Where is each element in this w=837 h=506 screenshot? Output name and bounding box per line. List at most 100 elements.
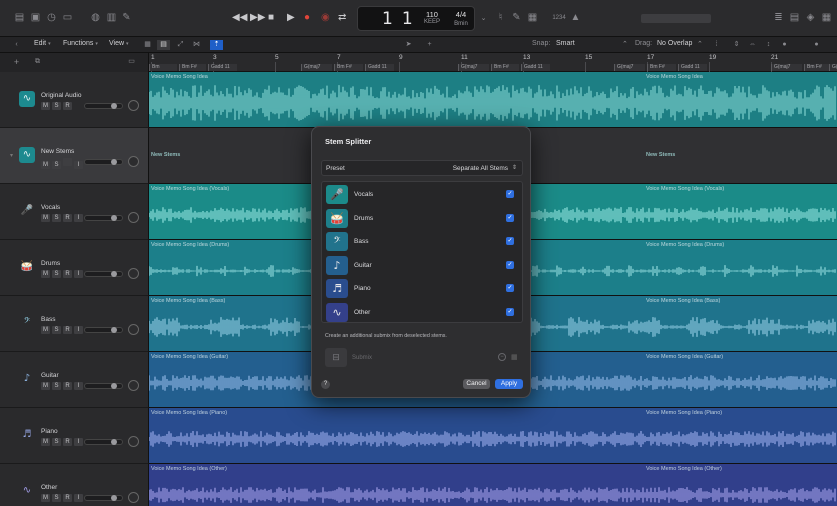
lcd-chevron-icon[interactable]: ⌄: [478, 14, 489, 24]
drag-chevron-icon[interactable]: ⌃: [697, 40, 703, 50]
metronome-icon[interactable]: ▦: [527, 13, 538, 23]
add-track-icon[interactable]: +: [10, 57, 23, 67]
functions-menu[interactable]: Functions ▾: [63, 40, 98, 47]
stem-checkbox[interactable]: ✓: [506, 284, 514, 292]
record-enable-button[interactable]: R: [63, 438, 72, 446]
input-monitor-button[interactable]: I: [74, 438, 83, 446]
pan-knob[interactable]: [128, 156, 139, 167]
drag-select[interactable]: No Overlap: [657, 40, 692, 50]
volume-slider[interactable]: [84, 327, 123, 333]
ruler[interactable]: 1 3 5 7 9 11 13 15 17 19 21 Bm Bm F# Gadd 11 G(maj7 Bm …: [149, 53, 837, 72]
chord-marker[interactable]: Bm F#: [179, 64, 206, 71]
track-header[interactable]: 🎤 Vocals M S R I: [0, 184, 149, 240]
track-name[interactable]: Guitar: [41, 372, 59, 379]
track-header[interactable]: ▾ ∿ New Stems M S I: [0, 128, 149, 184]
automation-icon[interactable]: ⤢: [174, 40, 187, 50]
lcd-display[interactable]: 11 110 KEEP 4/4 Bmin: [357, 6, 475, 31]
record-enable-button[interactable]: [63, 158, 72, 166]
track-header[interactable]: ∿ Original Audio M S R: [0, 72, 149, 128]
chord-marker[interactable]: G(maj7: [458, 64, 489, 71]
volume-handle[interactable]: [111, 215, 117, 221]
solo-button[interactable]: S: [52, 494, 61, 502]
chord-marker[interactable]: G(maj7: [829, 64, 837, 71]
solo-icon[interactable]: ✎: [511, 13, 522, 23]
horizontal-zoom-icon[interactable]: ⇔: [746, 40, 759, 50]
pencil-tool-icon[interactable]: +: [423, 40, 436, 50]
track-name[interactable]: New Stems: [41, 148, 74, 155]
solo-button[interactable]: S: [52, 438, 61, 446]
chord-marker[interactable]: Bm F#: [647, 64, 676, 71]
volume-slider[interactable]: [84, 495, 123, 501]
mute-button[interactable]: M: [41, 214, 50, 222]
chord-marker[interactable]: Bm: [149, 64, 177, 71]
chord-marker[interactable]: Gadd 11: [678, 64, 707, 71]
chord-marker[interactable]: Bm F#: [804, 64, 832, 71]
record-enable-button[interactable]: R: [63, 102, 72, 110]
record-icon[interactable]: ●: [304, 12, 310, 24]
solo-button[interactable]: S: [52, 161, 61, 169]
smart-controls-icon[interactable]: ◍: [90, 13, 101, 23]
capture-record-icon[interactable]: ◉: [321, 12, 330, 24]
volume-handle[interactable]: [111, 383, 117, 389]
stem-row[interactable]: 🎤 Vocals ✓: [325, 184, 519, 206]
track-name[interactable]: Other: [41, 484, 57, 491]
metronome-toggle-icon[interactable]: ▲: [570, 13, 581, 23]
track-name[interactable]: Bass: [41, 316, 55, 323]
pan-knob[interactable]: [128, 380, 139, 391]
stem-row[interactable]: ♪ Guitar ✓: [325, 255, 519, 277]
pan-knob[interactable]: [128, 268, 139, 279]
rewind-icon[interactable]: ◀◀: [232, 12, 247, 24]
volume-handle[interactable]: [111, 327, 117, 333]
stem-checkbox[interactable]: ✓: [506, 237, 514, 245]
chord-marker[interactable]: G(maj7: [301, 64, 332, 71]
inspector-icon[interactable]: ▣: [30, 13, 41, 23]
preset-select[interactable]: Preset Separate All Stems ⇕: [321, 160, 523, 176]
count-in[interactable]: 1234: [552, 13, 566, 23]
zoom-slider-end-icon[interactable]: ●: [810, 40, 823, 50]
forward-icon[interactable]: ▶▶: [250, 12, 265, 24]
volume-slider[interactable]: [84, 439, 123, 445]
record-enable-button[interactable]: R: [63, 326, 72, 334]
solo-button[interactable]: S: [52, 382, 61, 390]
play-icon[interactable]: ▶: [287, 12, 295, 24]
tuner-icon[interactable]: ♮: [495, 13, 506, 23]
stop-icon[interactable]: ■: [268, 12, 274, 24]
track-header[interactable]: ♬ Piano M S R I: [0, 408, 149, 464]
apply-button[interactable]: Apply: [495, 379, 523, 389]
flex-icon[interactable]: ⋈: [190, 40, 203, 50]
track-lane[interactable]: Voice Memo Song Idea (Piano) Voice Memo S…: [149, 408, 837, 464]
waveform-zoom-icon[interactable]: ⁞: [710, 40, 723, 50]
solo-button[interactable]: S: [52, 270, 61, 278]
zoom-icon[interactable]: ↕: [762, 40, 775, 50]
mute-button[interactable]: M: [41, 161, 50, 169]
volume-slider[interactable]: [84, 159, 123, 165]
track-name[interactable]: Drums: [41, 260, 60, 267]
volume-slider[interactable]: [84, 215, 123, 221]
browser-icon[interactable]: ▦: [821, 13, 832, 23]
cycle-icon[interactable]: ⇄: [338, 12, 346, 24]
region-name[interactable]: New Stems: [646, 152, 675, 158]
disclosure-icon[interactable]: ▾: [10, 152, 13, 159]
volume-handle[interactable]: [111, 439, 117, 445]
pan-knob[interactable]: [128, 492, 139, 503]
chord-marker[interactable]: Bm F#: [491, 64, 519, 71]
loop-browser-icon[interactable]: ◈: [805, 13, 816, 23]
mute-button[interactable]: M: [41, 438, 50, 446]
record-enable-button[interactable]: R: [63, 214, 72, 222]
track-name[interactable]: Vocals: [41, 204, 60, 211]
snap-select[interactable]: Smart: [556, 40, 575, 50]
help-button[interactable]: ?: [321, 380, 330, 389]
track-lane[interactable]: Voice Memo Song Idea Voice Memo Song Idea: [149, 72, 837, 128]
volume-handle[interactable]: [111, 103, 117, 109]
mute-button[interactable]: M: [41, 102, 50, 110]
solo-button[interactable]: S: [52, 214, 61, 222]
library-icon[interactable]: ▤: [14, 13, 25, 23]
pointer-tool-icon[interactable]: ➤: [402, 40, 415, 50]
stem-row[interactable]: ♬ Piano ✓: [325, 278, 519, 300]
stem-checkbox[interactable]: ✓: [506, 260, 514, 269]
record-enable-button[interactable]: R: [63, 270, 72, 278]
notepad-icon[interactable]: ▤: [789, 13, 800, 23]
pan-knob[interactable]: [128, 436, 139, 447]
pan-knob[interactable]: [128, 212, 139, 223]
vertical-zoom-icon[interactable]: ⇕: [730, 40, 743, 50]
